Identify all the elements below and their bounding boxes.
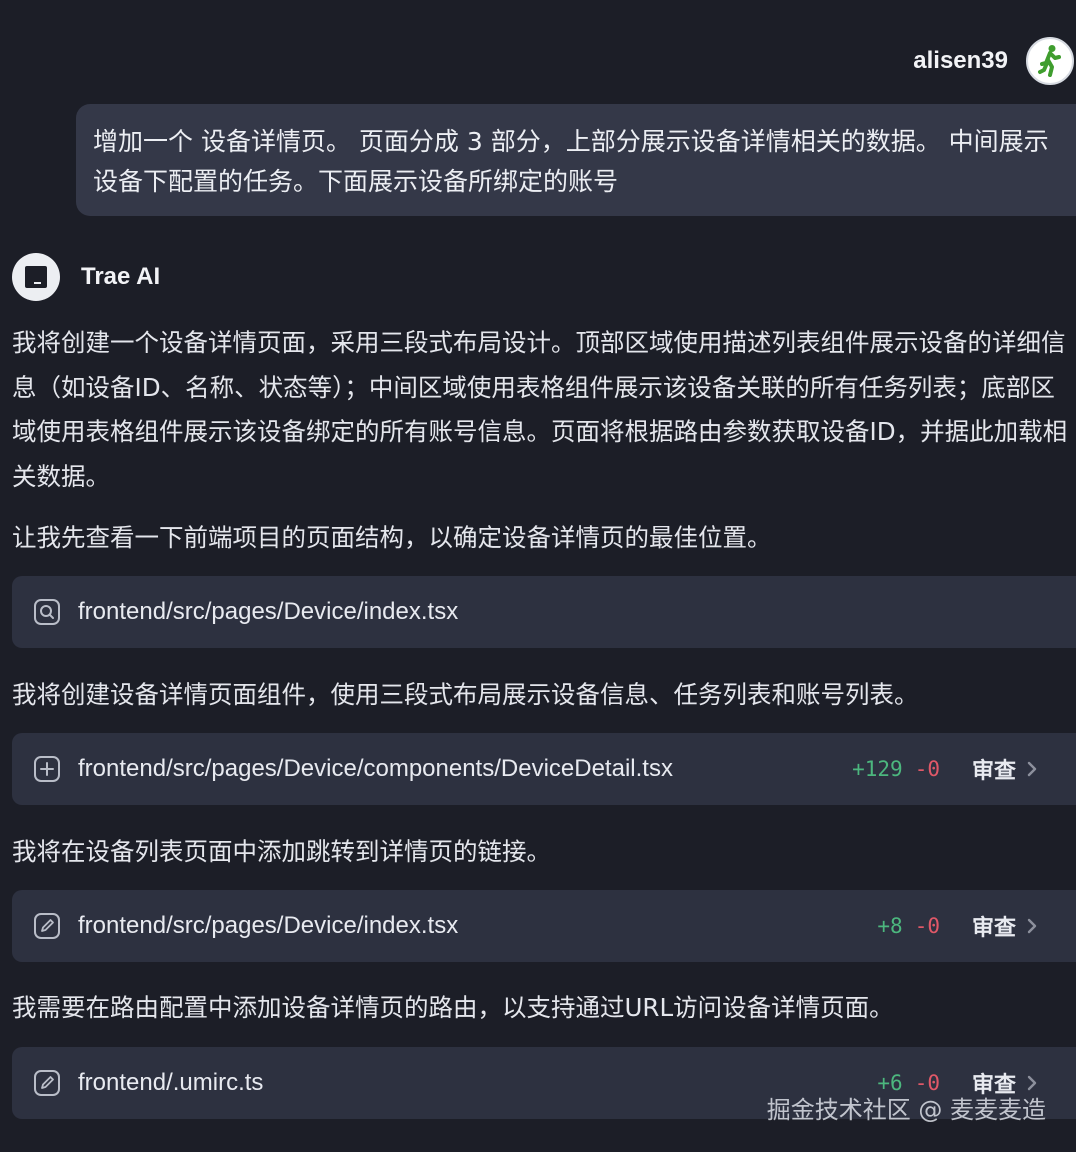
user-message-bubble: 增加一个 设备详情页。 页面分成 3 部分，上部分展示设备详情相关的数据。 中间… [76, 104, 1076, 216]
review-label: 审查 [971, 759, 1016, 784]
lines-added: +129 [852, 757, 903, 781]
trae-logo-icon [25, 266, 47, 288]
assistant-paragraph: 让我先查看一下前端项目的页面结构，以确定设备详情页的最佳位置。 [12, 523, 772, 552]
assistant-avatar [12, 253, 60, 301]
assistant-paragraph: 我将在设备列表页面中添加跳转到详情页的链接。 [12, 837, 551, 866]
user-name: alisen39 [913, 47, 1008, 74]
diff-stats: +129 -0 [852, 757, 940, 781]
file-path: frontend/src/pages/Device/components/Dev… [78, 755, 673, 782]
assistant-name: Trae AI [81, 263, 161, 290]
edit-icon [34, 913, 60, 939]
assistant-header: Trae AI [12, 252, 160, 302]
review-label: 审查 [971, 916, 1016, 941]
running-person-icon [1038, 45, 1061, 77]
file-card[interactable]: frontend/src/pages/Device/index.tsx +8 -0… [12, 890, 1076, 962]
assistant-paragraph: 我需要在路由配置中添加设备详情页的路由，以支持通过URL访问设备详情页面。 [12, 993, 894, 1022]
file-card[interactable]: frontend/src/pages/Device/components/Dev… [12, 733, 1076, 805]
file-path: frontend/src/pages/Device/index.tsx [78, 912, 459, 939]
file-path: frontend/src/pages/Device/index.tsx [78, 598, 459, 625]
file-path: frontend/.umirc.ts [78, 1069, 264, 1096]
lines-removed: -0 [914, 757, 940, 781]
file-card[interactable]: frontend/src/pages/Device/index.tsx [12, 576, 1076, 648]
user-header: alisen39 [913, 36, 1076, 86]
assistant-paragraph: 我将创建设备详情页面组件，使用三段式布局展示设备信息、任务列表和账号列表。 [12, 680, 919, 709]
user-avatar[interactable] [1026, 37, 1074, 85]
lines-added: +8 [877, 914, 903, 938]
review-button[interactable]: 审查 [972, 753, 1038, 785]
chevron-right-icon [1027, 918, 1037, 934]
diff-stats: +8 -0 [877, 914, 940, 938]
lines-removed: -0 [914, 914, 940, 938]
assistant-paragraph: 我将创建一个设备详情页面，采用三段式布局设计。顶部区域使用描述列表组件展示设备的… [12, 328, 1068, 491]
watermark: 掘金技术社区 @ 麦麦麦造 [766, 1096, 1046, 1124]
edit-icon [34, 1070, 60, 1096]
search-icon [34, 599, 60, 625]
plus-icon [34, 756, 60, 782]
review-button[interactable]: 审查 [972, 910, 1038, 942]
chevron-right-icon [1027, 761, 1037, 777]
